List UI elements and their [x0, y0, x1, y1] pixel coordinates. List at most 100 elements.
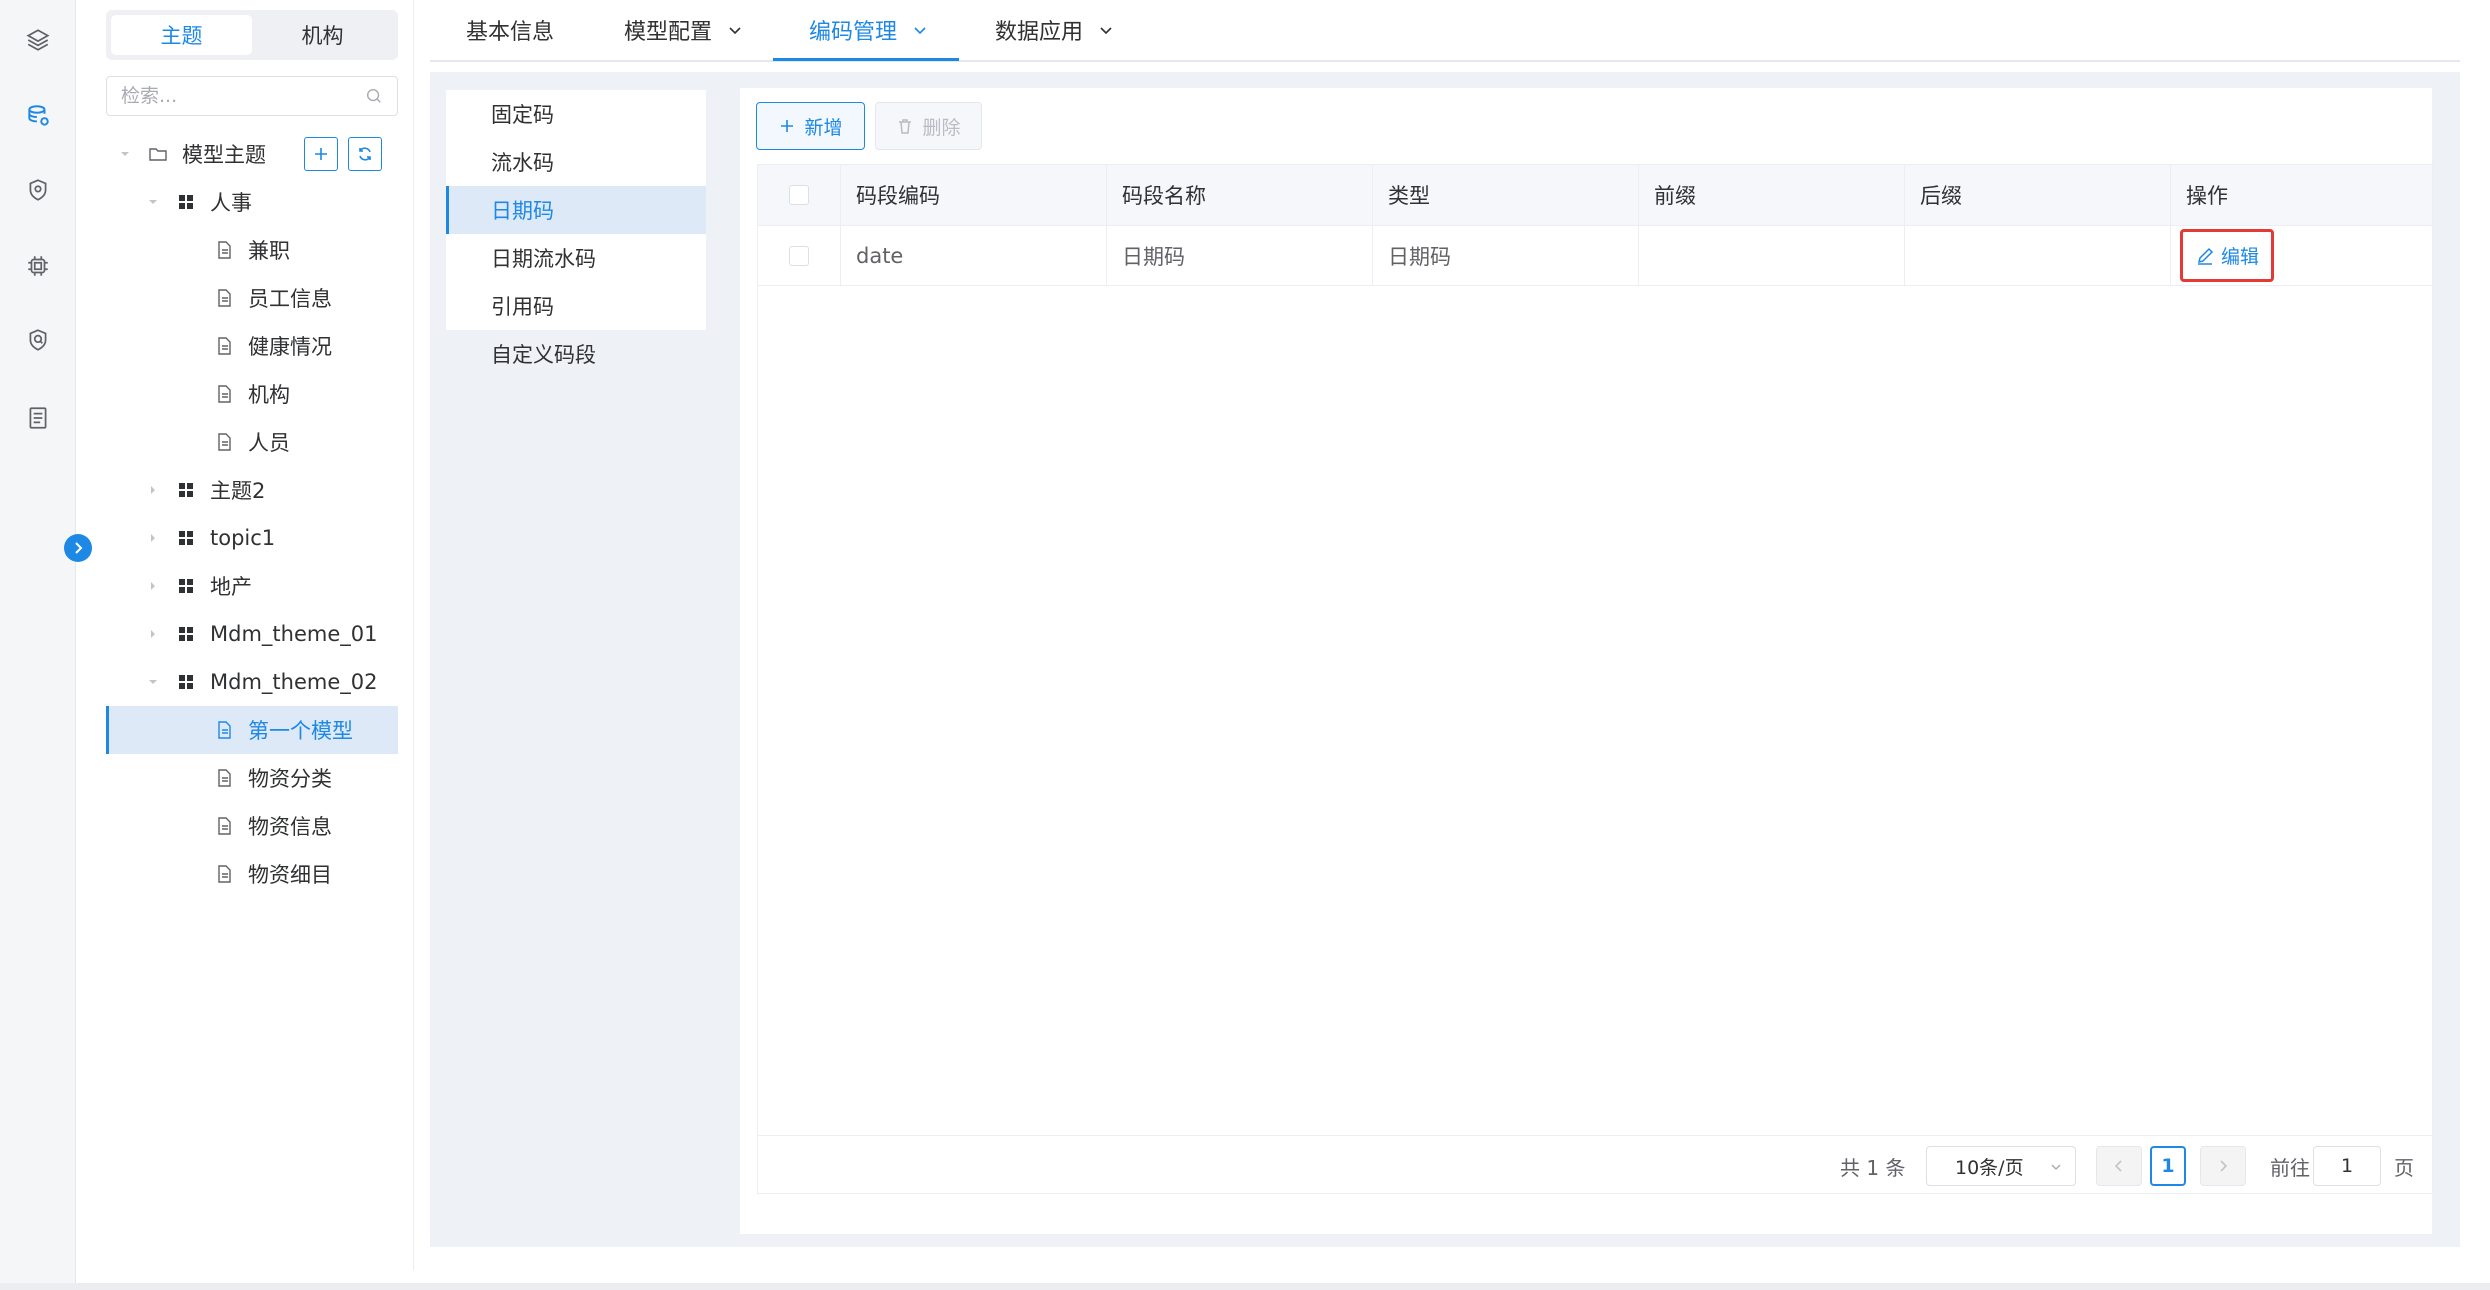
cell-type: 日期码: [1373, 226, 1639, 285]
prev-page-button[interactable]: [2096, 1146, 2142, 1186]
tab-label: 基本信息: [466, 20, 555, 45]
code-type-custom[interactable]: 自定义码段: [446, 330, 706, 378]
col-header[interactable]: 类型: [1373, 165, 1639, 225]
code-type-fixed[interactable]: 固定码: [446, 90, 706, 138]
col-header[interactable]: 码段名称: [1107, 165, 1373, 225]
next-page-button[interactable]: [2200, 1146, 2246, 1186]
select-all-cell: [758, 165, 841, 225]
location-shield-icon[interactable]: [22, 174, 54, 206]
add-button[interactable]: 新增: [756, 102, 865, 150]
tree-leaf[interactable]: 物资分类: [106, 754, 398, 802]
tree-group-label: topic1: [210, 526, 276, 550]
tree-group[interactable]: Mdm_theme_01: [106, 610, 398, 658]
add-node-button[interactable]: [304, 137, 338, 171]
grid-icon: [176, 624, 196, 644]
col-header[interactable]: 码段编码: [841, 165, 1107, 225]
grid-icon: [176, 192, 196, 212]
tree-root[interactable]: 模型主题: [106, 130, 398, 178]
goto-page-input[interactable]: 1: [2313, 1146, 2381, 1186]
page-number-current[interactable]: 1: [2150, 1146, 2186, 1186]
tree-leaf-label: 兼职: [248, 239, 290, 263]
tree-group-label: 主题2: [210, 479, 266, 503]
table-header: 码段编码 码段名称 类型 前缀 后缀 操作: [758, 165, 2432, 226]
col-header[interactable]: 后缀: [1905, 165, 2171, 225]
document-icon: [214, 384, 234, 404]
segmented-switch: 主题 机构: [106, 10, 398, 60]
tree-group-label: Mdm_theme_02: [210, 670, 378, 694]
document-icon: [214, 288, 234, 308]
document-icon: [214, 816, 234, 836]
row-select-cell: [758, 226, 841, 285]
document-icon: [214, 240, 234, 260]
code-type-date[interactable]: 日期码: [446, 186, 706, 234]
col-header: 操作: [2186, 184, 2228, 208]
caret-right-icon[interactable]: [146, 579, 160, 593]
tree-leaf[interactable]: 健康情况: [106, 322, 398, 370]
seg-tab-org[interactable]: 机构: [252, 15, 393, 55]
tree-leaf-label: 人员: [248, 431, 290, 455]
chevron-down-icon: [729, 27, 741, 35]
chevron-left-icon: [2114, 1160, 2122, 1172]
tree-leaf[interactable]: 兼职: [106, 226, 398, 274]
add-button-label: 新增: [804, 116, 843, 139]
tree-group[interactable]: 地产: [106, 562, 398, 610]
tree-search-input[interactable]: [121, 85, 365, 107]
tree-leaf[interactable]: 机构: [106, 370, 398, 418]
tree-group[interactable]: Mdm_theme_02: [106, 658, 398, 706]
goto-label: 前往: [2270, 1155, 2310, 1180]
database-icon[interactable]: [22, 100, 54, 132]
tree-leaf[interactable]: 人员: [106, 418, 398, 466]
tree-leaf-selected[interactable]: 第一个模型: [106, 706, 398, 754]
tab-label: 数据应用: [995, 20, 1084, 45]
chevron-down-icon: [1100, 27, 1112, 35]
page-suffix-label: 页: [2394, 1155, 2414, 1180]
code-type-date-serial[interactable]: 日期流水码: [446, 234, 706, 282]
cell-prefix: [1639, 226, 1905, 285]
code-type-reference[interactable]: 引用码: [446, 282, 706, 330]
tree-leaf[interactable]: 员工信息: [106, 274, 398, 322]
tree-leaf-label: 员工信息: [248, 287, 332, 311]
seg-tab-topic[interactable]: 主题: [111, 15, 252, 55]
tab-model-config[interactable]: 模型配置: [624, 0, 744, 60]
caret-right-icon[interactable]: [146, 483, 160, 497]
page-size-select[interactable]: 10条/页: [1926, 1146, 2076, 1186]
edit-button-label: 编辑: [2221, 246, 2260, 268]
code-type-list: 固定码 流水码 日期码 日期流水码 引用码 自定义码段: [446, 90, 706, 378]
code-type-serial[interactable]: 流水码: [446, 138, 706, 186]
tree-root-label: 模型主题: [182, 143, 266, 167]
tree-leaf-label: 物资细目: [248, 863, 332, 887]
refresh-button[interactable]: [348, 137, 382, 171]
tree-leaf[interactable]: 物资信息: [106, 802, 398, 850]
col-header[interactable]: 前缀: [1639, 165, 1905, 225]
grid-icon: [176, 672, 196, 692]
tab-basic-info[interactable]: 基本信息: [466, 0, 554, 60]
expand-sidebar-button[interactable]: [64, 534, 92, 562]
tree-leaf-label: 健康情况: [248, 335, 332, 359]
tab-data-application[interactable]: 数据应用: [995, 0, 1115, 60]
cell-name: 日期码: [1107, 226, 1373, 285]
caret-down-icon[interactable]: [146, 195, 160, 209]
tab-code-management[interactable]: 编码管理: [809, 0, 929, 60]
layers-icon[interactable]: [22, 24, 54, 56]
tree-group-label: 地产: [210, 575, 252, 599]
caret-down-icon[interactable]: [118, 147, 132, 161]
grid-icon: [176, 480, 196, 500]
delete-button[interactable]: 删除: [875, 102, 982, 150]
caret-right-icon[interactable]: [146, 627, 160, 641]
search-icon[interactable]: [365, 87, 383, 105]
edit-button[interactable]: 编辑: [2180, 229, 2275, 282]
tree-group-hr[interactable]: 人事: [106, 178, 398, 226]
tree-group[interactable]: 主题2: [106, 466, 398, 514]
row-checkbox[interactable]: [789, 245, 809, 266]
chevron-down-icon: [914, 27, 926, 35]
tree-group[interactable]: topic1: [106, 514, 398, 562]
chip-icon[interactable]: [22, 250, 54, 282]
select-all-checkbox[interactable]: [789, 185, 809, 205]
document-list-icon[interactable]: [22, 402, 54, 434]
tree-group-label: 人事: [210, 191, 252, 215]
security-shield-icon[interactable]: [22, 324, 54, 356]
document-icon: [214, 432, 234, 452]
caret-down-icon[interactable]: [146, 675, 160, 689]
tree-leaf[interactable]: 物资细目: [106, 850, 398, 898]
caret-right-icon[interactable]: [146, 531, 160, 545]
